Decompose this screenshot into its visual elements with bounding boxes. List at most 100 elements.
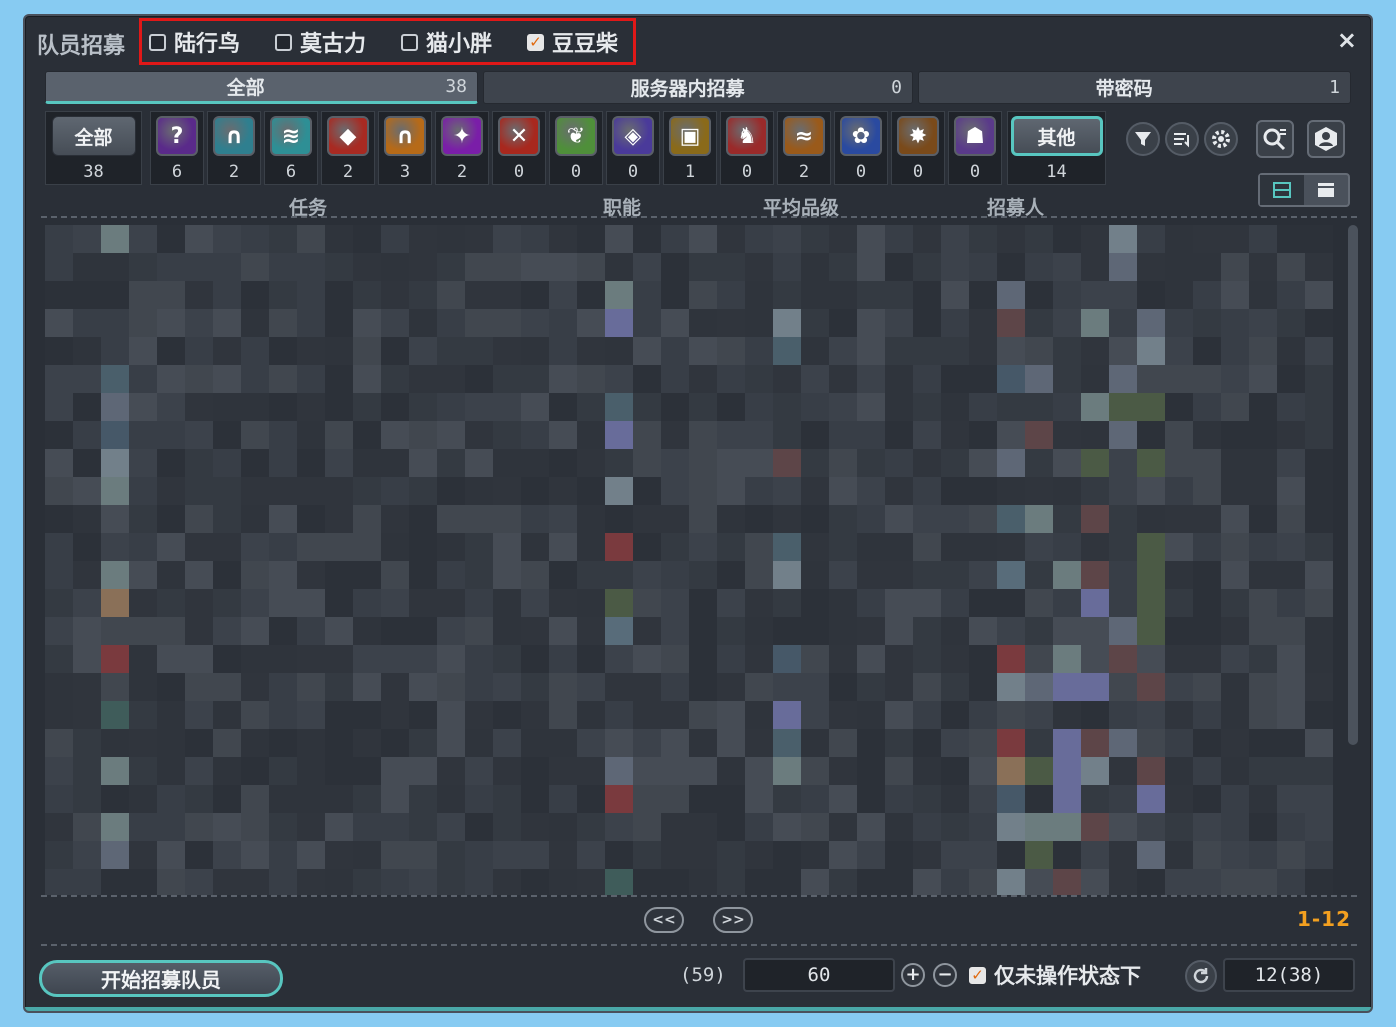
obscured-cell: [241, 449, 269, 477]
obscured-cell: [885, 337, 913, 365]
obscured-cell: [73, 617, 101, 645]
category-other[interactable]: 其他 14: [1007, 111, 1106, 185]
obscured-cell: [45, 393, 73, 421]
view-compact-button[interactable]: [1260, 175, 1304, 205]
obscured-cell: [913, 701, 941, 729]
minus-button[interactable]: −: [933, 963, 957, 987]
close-icon[interactable]: ×: [1337, 26, 1357, 54]
obscured-cell: [185, 757, 213, 785]
obscured-cell: [437, 813, 465, 841]
category-flower[interactable]: ✿ 0: [834, 111, 888, 185]
obscured-cell: [325, 225, 353, 253]
scrollbar[interactable]: [1348, 225, 1358, 745]
category-all-button[interactable]: 全部: [51, 116, 136, 156]
filter-button[interactable]: [1126, 122, 1160, 156]
checkbox[interactable]: [149, 33, 166, 51]
settings-button[interactable]: [1204, 122, 1238, 156]
obscured-cell: [717, 757, 745, 785]
obscured-cell: [1165, 393, 1193, 421]
search-icon: [1263, 128, 1286, 151]
category-party[interactable]: ☗ 0: [948, 111, 1002, 185]
character-option-fat-cat[interactable]: 猫小胖: [401, 28, 492, 57]
search-settings-button[interactable]: [1256, 120, 1294, 158]
obscured-cell: [325, 505, 353, 533]
obscured-cell: [45, 589, 73, 617]
view-detailed-button[interactable]: [1304, 175, 1348, 205]
category-gate[interactable]: ∩ 2: [207, 111, 261, 185]
obscured-cell: [857, 309, 885, 337]
obscured-cell: [1193, 785, 1221, 813]
obscured-cell: [381, 645, 409, 673]
category-demon[interactable]: ✦ 2: [435, 111, 489, 185]
view-toggle[interactable]: [1258, 173, 1350, 207]
obscured-cell: [1137, 813, 1165, 841]
obscured-cell: [325, 477, 353, 505]
category-other-button[interactable]: 其他: [1010, 116, 1103, 156]
plus-button[interactable]: +: [901, 963, 925, 987]
obscured-cell: [829, 337, 857, 365]
category-crossed-swords[interactable]: ✕ 0: [492, 111, 546, 185]
category-all[interactable]: 全部 38: [45, 111, 142, 185]
obscured-cell: [213, 757, 241, 785]
category-scroll[interactable]: ≋ 6: [264, 111, 318, 185]
obscured-cell: [1137, 505, 1165, 533]
account-button[interactable]: [1307, 120, 1345, 158]
obscured-cell: [325, 869, 353, 895]
category-figure[interactable]: ♞ 0: [720, 111, 774, 185]
obscured-cell: [577, 281, 605, 309]
refresh-button[interactable]: [1185, 960, 1217, 992]
obscured-cell: [1137, 365, 1165, 393]
tab-all[interactable]: 全部 38: [45, 71, 478, 104]
recruitment-list[interactable]: [45, 225, 1335, 895]
tab-password[interactable]: 带密码 1: [918, 71, 1351, 104]
category-leaf[interactable]: ❦ 0: [549, 111, 603, 185]
obscured-cell: [885, 561, 913, 589]
next-page-button[interactable]: >>: [713, 907, 753, 933]
obscured-cell: [353, 673, 381, 701]
obscured-cell: [829, 729, 857, 757]
obscured-cell: [913, 449, 941, 477]
obscured-cell: [1249, 421, 1277, 449]
obscured-cell: [885, 393, 913, 421]
obscured-cell: [745, 393, 773, 421]
obscured-cell: [1277, 757, 1305, 785]
category-star-burst[interactable]: ✸ 0: [891, 111, 945, 185]
character-option-shiba[interactable]: ✓ 豆豆柴: [527, 28, 618, 57]
obscured-cell: [1249, 645, 1277, 673]
character-option-moogle[interactable]: 莫古力: [275, 28, 366, 57]
obscured-cell: [325, 393, 353, 421]
category-arch[interactable]: ∩ 3: [378, 111, 432, 185]
obscured-cell: [717, 449, 745, 477]
obscured-cell: [717, 309, 745, 337]
checkbox-checked[interactable]: ✓: [527, 33, 544, 51]
obscured-cell: [1193, 477, 1221, 505]
obscured-cell: [1249, 785, 1277, 813]
category-treasure-chest[interactable]: ▣ 1: [663, 111, 717, 185]
obscured-cell: [269, 365, 297, 393]
character-option-chocobo[interactable]: 陆行鸟: [149, 28, 240, 57]
obscured-cell: [1053, 841, 1081, 869]
checkbox-checked[interactable]: ✓: [969, 966, 986, 984]
category-orb[interactable]: ◈ 0: [606, 111, 660, 185]
obscured-cell: [1025, 477, 1053, 505]
only-unactioned-option[interactable]: ✓ 仅未操作状态下: [969, 960, 1141, 990]
obscured-cell: [633, 673, 661, 701]
obscured-cell: [857, 281, 885, 309]
obscured-cell: [857, 673, 885, 701]
obscured-cell: [969, 393, 997, 421]
obscured-cell: [885, 253, 913, 281]
start-recruit-button[interactable]: 开始招募队员: [39, 960, 283, 997]
category-question[interactable]: ? 6: [150, 111, 204, 185]
obscured-cell: [1053, 449, 1081, 477]
category-fish[interactable]: ≈2: [777, 111, 831, 185]
ilvl-input[interactable]: 60: [743, 958, 895, 992]
sort-button[interactable]: [1165, 122, 1199, 156]
checkbox[interactable]: [401, 33, 418, 51]
category-mask[interactable]: ◆ 2: [321, 111, 375, 185]
tab-server-recruit[interactable]: 服务器内招募 0: [483, 71, 913, 104]
obscured-cell: [605, 281, 633, 309]
checkbox[interactable]: [275, 33, 292, 51]
obscured-cell: [1109, 337, 1137, 365]
obscured-cell: [73, 841, 101, 869]
prev-page-button[interactable]: <<: [644, 907, 684, 933]
